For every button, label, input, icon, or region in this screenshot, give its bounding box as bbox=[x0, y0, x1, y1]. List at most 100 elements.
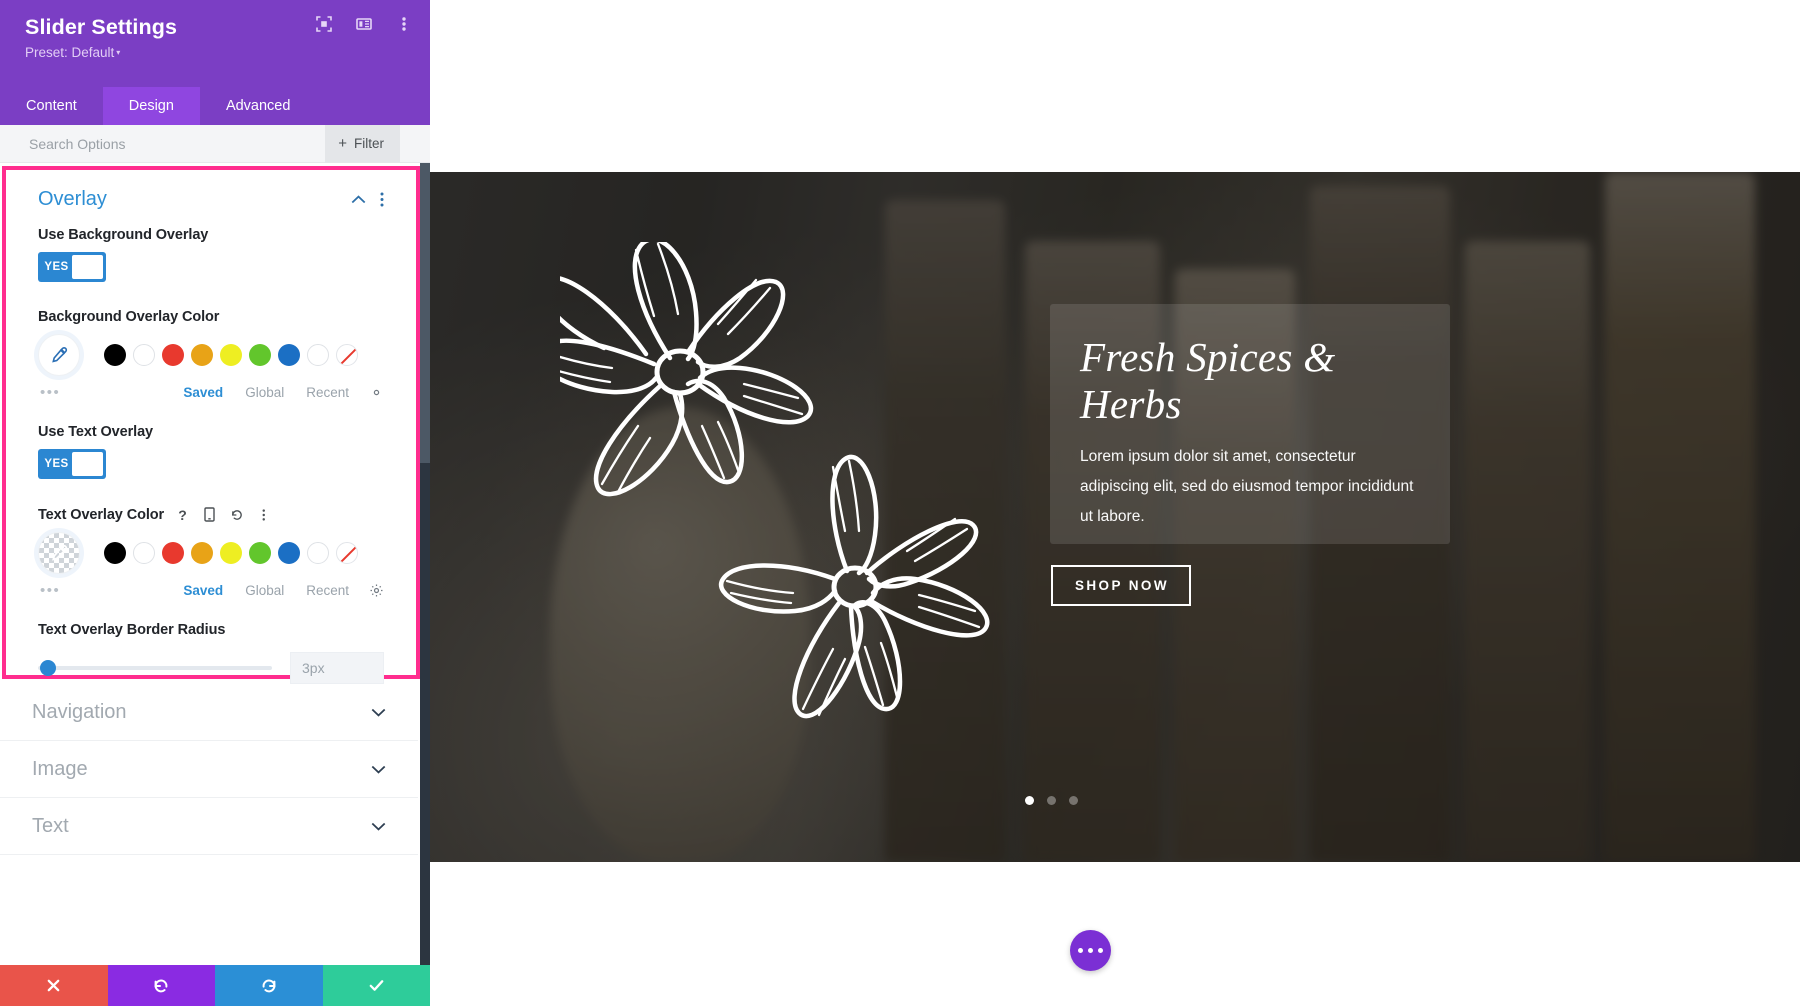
collapsed-sections: Navigation Image Text bbox=[0, 684, 418, 855]
overlay-settings-group: Overlay Use Background Overlay YES Backg… bbox=[2, 166, 420, 684]
star-anise-illustration bbox=[535, 237, 1040, 742]
text-overlay-swatch-row bbox=[38, 532, 384, 574]
section-label: Text bbox=[32, 814, 69, 837]
swatch-black[interactable] bbox=[104, 542, 126, 564]
swatch-empty[interactable] bbox=[307, 542, 329, 564]
help-icon[interactable]: ? bbox=[174, 506, 191, 523]
section-label: Image bbox=[32, 757, 88, 780]
swatch-green[interactable] bbox=[249, 344, 271, 366]
more-swatches-icon[interactable]: ••• bbox=[40, 583, 60, 598]
plus-icon: + bbox=[338, 135, 347, 152]
text-overlay-border-radius-label: Text Overlay Border Radius bbox=[38, 622, 226, 638]
text-overlay-color-label-row: Text Overlay Color ? bbox=[38, 506, 384, 523]
pagination-dot-1[interactable] bbox=[1025, 796, 1034, 805]
focus-frame-icon[interactable] bbox=[314, 14, 334, 34]
border-radius-slider-thumb[interactable] bbox=[40, 660, 56, 676]
more-options-button[interactable] bbox=[1070, 930, 1111, 971]
slider-preview-area: Fresh Spices & Herbs Lorem ipsum dolor s… bbox=[430, 0, 1800, 1006]
reset-icon[interactable] bbox=[228, 506, 245, 523]
gear-icon[interactable] bbox=[369, 385, 384, 400]
color-tab-recent[interactable]: Recent bbox=[306, 583, 349, 598]
slider-pagination bbox=[1025, 796, 1078, 805]
swatch-white[interactable] bbox=[133, 542, 155, 564]
color-tab-saved[interactable]: Saved bbox=[183, 583, 223, 598]
swatch-red[interactable] bbox=[162, 344, 184, 366]
swatch-none[interactable] bbox=[336, 542, 358, 564]
slide-description: Lorem ipsum dolor sit amet, consectetur … bbox=[1080, 448, 1414, 525]
use-text-overlay-toggle[interactable]: YES bbox=[38, 449, 106, 479]
kebab-menu-icon[interactable] bbox=[380, 192, 384, 207]
save-button[interactable] bbox=[322, 965, 430, 1006]
swatch-red[interactable] bbox=[162, 542, 184, 564]
preset-label: Preset: Default bbox=[25, 45, 115, 60]
text-overlay-color-links: ••• Saved Global Recent bbox=[38, 583, 384, 598]
swatch-white[interactable] bbox=[133, 344, 155, 366]
section-label: Navigation bbox=[32, 700, 127, 723]
use-text-overlay-label: Use Text Overlay bbox=[38, 424, 154, 440]
overlay-group-header[interactable]: Overlay bbox=[38, 188, 384, 211]
header-icon-group bbox=[314, 14, 414, 34]
redo-button[interactable] bbox=[215, 965, 323, 1006]
pagination-dot-3[interactable] bbox=[1069, 796, 1078, 805]
panel-scrollbar[interactable] bbox=[420, 163, 430, 965]
chevron-down-icon bbox=[371, 765, 386, 774]
swatch-yellow[interactable] bbox=[220, 542, 242, 564]
background-overlay-color-label: Background Overlay Color bbox=[38, 309, 220, 325]
color-tab-saved[interactable]: Saved bbox=[183, 385, 223, 400]
color-tab-global[interactable]: Global bbox=[245, 385, 284, 400]
use-background-overlay-toggle[interactable]: YES bbox=[38, 252, 106, 282]
swatch-green[interactable] bbox=[249, 542, 271, 564]
kebab-menu-icon[interactable] bbox=[394, 14, 414, 34]
text-overlay-border-radius-control: Text Overlay Border Radius 3px bbox=[38, 622, 384, 684]
scrollbar-thumb[interactable] bbox=[420, 163, 430, 463]
panel-body: Overlay Use Background Overlay YES Backg… bbox=[0, 163, 430, 965]
dot bbox=[1078, 948, 1083, 953]
dot bbox=[1088, 948, 1093, 953]
cancel-button[interactable] bbox=[0, 965, 108, 1006]
layout-columns-icon[interactable] bbox=[354, 14, 374, 34]
color-tab-recent[interactable]: Recent bbox=[306, 385, 349, 400]
transparent-color-button[interactable] bbox=[38, 532, 80, 574]
kebab-menu-icon[interactable] bbox=[255, 506, 272, 523]
toggle-knob bbox=[72, 255, 103, 279]
swatch-yellow[interactable] bbox=[220, 344, 242, 366]
toggle-state-label: YES bbox=[44, 261, 69, 273]
swatch-none[interactable] bbox=[336, 344, 358, 366]
panel-header: Slider Settings Preset: Default ▾ bbox=[0, 0, 430, 87]
eyedropper-picker-button[interactable] bbox=[38, 334, 80, 376]
tab-advanced[interactable]: Advanced bbox=[200, 87, 317, 125]
dot bbox=[1098, 948, 1103, 953]
section-image[interactable]: Image bbox=[0, 741, 418, 798]
chevron-down-icon bbox=[371, 822, 386, 831]
tab-design[interactable]: Design bbox=[102, 87, 200, 125]
pagination-dot-2[interactable] bbox=[1047, 796, 1056, 805]
panel-tabs: Content Design Advanced bbox=[0, 87, 430, 125]
swatch-blue[interactable] bbox=[278, 542, 300, 564]
section-text[interactable]: Text bbox=[0, 798, 418, 855]
swatch-empty[interactable] bbox=[307, 344, 329, 366]
section-navigation[interactable]: Navigation bbox=[0, 684, 418, 741]
slider-settings-panel: Slider Settings Preset: Default ▾ Conten… bbox=[0, 0, 430, 1006]
color-tab-global[interactable]: Global bbox=[245, 583, 284, 598]
tab-content[interactable]: Content bbox=[0, 87, 103, 125]
background-overlay-color-links: ••• Saved Global Recent bbox=[38, 385, 384, 400]
gear-icon[interactable] bbox=[369, 583, 384, 598]
search-input[interactable] bbox=[0, 135, 326, 152]
text-overlay-color-label: Text Overlay Color bbox=[38, 506, 165, 523]
more-swatches-icon[interactable]: ••• bbox=[40, 385, 60, 400]
search-bar: + Filter bbox=[0, 124, 430, 163]
border-radius-slider-track[interactable] bbox=[38, 660, 272, 676]
swatch-orange[interactable] bbox=[191, 542, 213, 564]
slider-slide: Fresh Spices & Herbs Lorem ipsum dolor s… bbox=[430, 172, 1800, 862]
responsive-device-icon[interactable] bbox=[201, 506, 218, 523]
swatch-blue[interactable] bbox=[278, 344, 300, 366]
border-radius-value[interactable]: 3px bbox=[290, 652, 384, 684]
preset-selector[interactable]: Preset: Default ▾ bbox=[25, 44, 410, 64]
swatch-black[interactable] bbox=[104, 344, 126, 366]
chevron-up-icon[interactable] bbox=[351, 195, 366, 204]
shop-now-button[interactable]: SHOP NOW bbox=[1051, 565, 1191, 606]
undo-button[interactable] bbox=[107, 965, 215, 1006]
swatch-orange[interactable] bbox=[191, 344, 213, 366]
filter-button[interactable]: + Filter bbox=[325, 124, 400, 163]
panel-footer-actions bbox=[0, 965, 430, 1006]
